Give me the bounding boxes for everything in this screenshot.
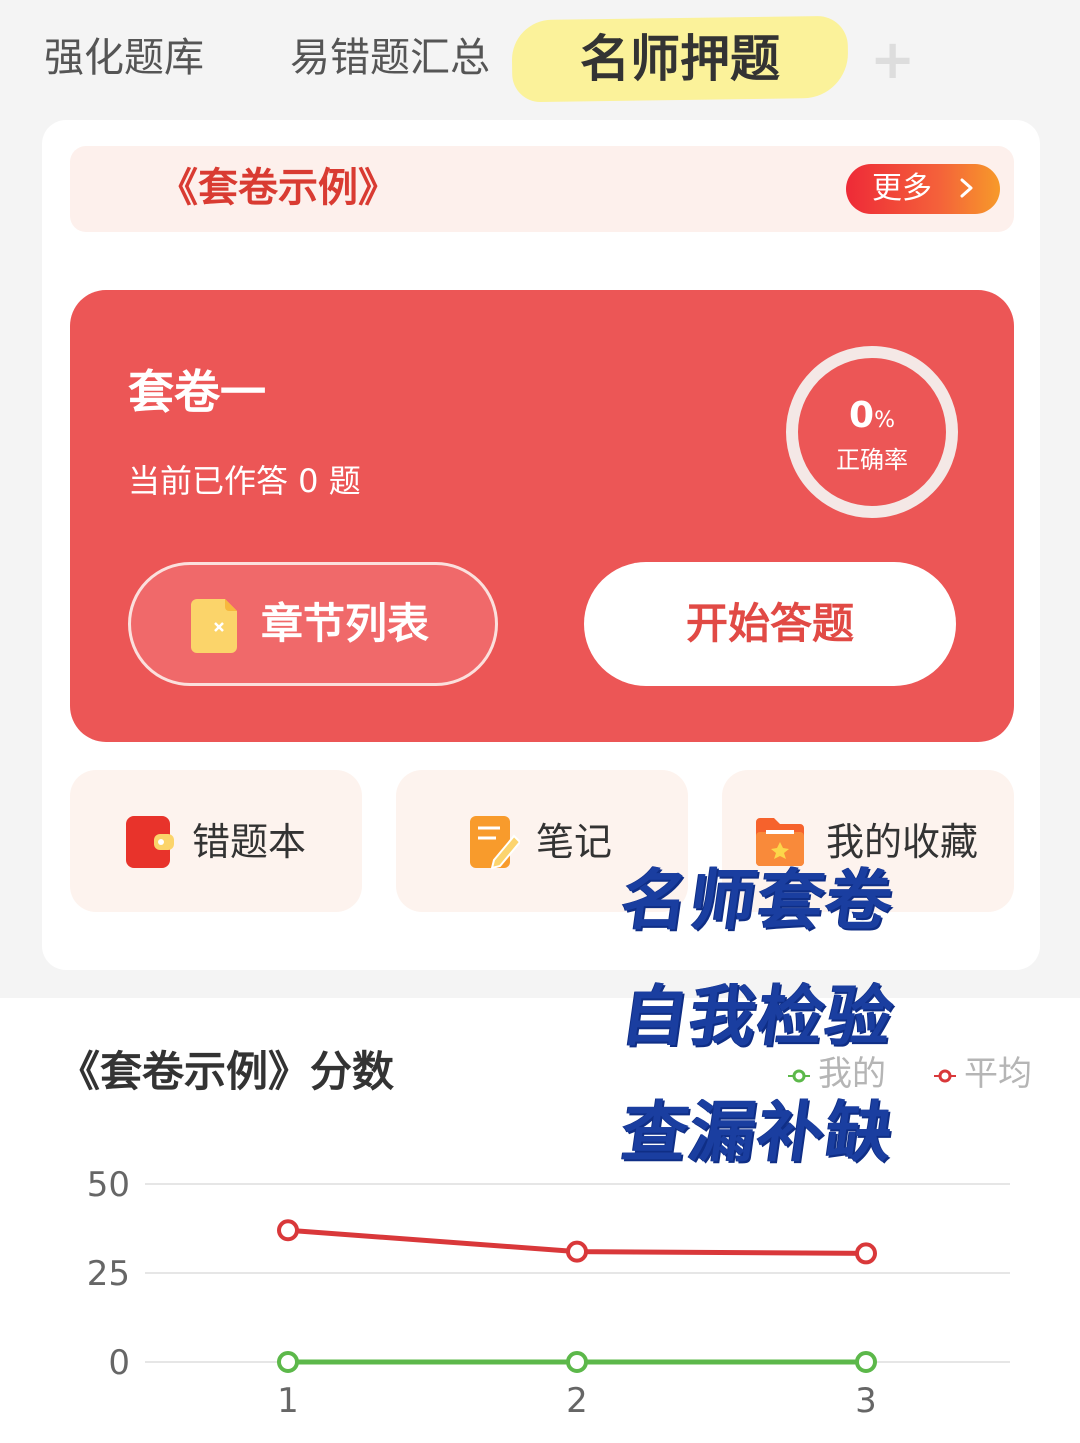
- tab-teacher-predictions[interactable]: 名师押题: [580, 26, 780, 92]
- data-point-average: [566, 1240, 588, 1263]
- data-point-average: [855, 1242, 877, 1265]
- more-label: 更多: [872, 171, 932, 206]
- wrong-book-button[interactable]: 错题本: [70, 770, 362, 912]
- chapter-file-icon: [191, 599, 237, 653]
- chapter-list-button[interactable]: 章节列表: [128, 562, 498, 686]
- exam-panel: 套卷一 当前已作答 0 题 0% 正确率 章节列表 开始答题: [70, 290, 1014, 742]
- data-point-mine: [277, 1351, 299, 1373]
- accuracy-value: 0%: [849, 395, 895, 436]
- x-tick-label: 1: [277, 1381, 299, 1421]
- data-point-mine: [566, 1351, 588, 1373]
- accuracy-label: 正确率: [836, 446, 908, 474]
- exam-card: 《套卷示例》 更多 套卷一 当前已作答 0 题 0% 正确率 章节列表 开始答题: [42, 120, 1040, 970]
- start-answer-label: 开始答题: [685, 599, 854, 648]
- wrong-book-label: 错题本: [192, 820, 307, 864]
- exam-name: 套卷一: [128, 365, 266, 419]
- wrong-book-icon: [126, 816, 174, 868]
- top-tab-bar: 强化题库 易错题汇总 名师押题 +: [0, 0, 1080, 118]
- score-chart-section: 《套卷示例》分数 我的 平均 50 25 0 1 2 3: [0, 998, 1080, 1443]
- y-tick-label: 0: [108, 1343, 130, 1383]
- add-tab-icon[interactable]: +: [870, 32, 915, 88]
- overlay-text-line-1: 名师套卷: [616, 862, 900, 939]
- chapter-list-label: 章节列表: [261, 599, 430, 648]
- data-point-average: [277, 1219, 299, 1242]
- example-title: 《套卷示例》: [158, 165, 398, 211]
- y-tick-label: 50: [87, 1165, 130, 1205]
- accuracy-ring: 0% 正确率: [786, 346, 958, 518]
- y-tick-label: 25: [87, 1254, 130, 1294]
- overlay-text-line-3: 查漏补缺: [616, 1094, 900, 1171]
- more-button[interactable]: 更多: [846, 164, 1000, 214]
- notes-label: 笔记: [536, 820, 613, 864]
- overlay-text-line-2: 自我检验: [616, 978, 900, 1055]
- tab-intensive-bank[interactable]: 强化题库: [44, 30, 204, 86]
- start-answer-button[interactable]: 开始答题: [584, 562, 956, 686]
- example-banner: 《套卷示例》 更多: [70, 146, 1014, 232]
- x-tick-label: 3: [855, 1381, 877, 1421]
- notes-icon: [470, 816, 520, 870]
- x-tick-label: 2: [566, 1381, 588, 1421]
- answered-count: 当前已作答 0 题: [128, 462, 361, 500]
- tab-error-summary[interactable]: 易错题汇总: [290, 30, 490, 86]
- chevron-right-icon: [960, 178, 973, 198]
- data-point-mine: [855, 1351, 877, 1373]
- score-line-chart: 50 25 0 1 2 3: [87, 1165, 1010, 1421]
